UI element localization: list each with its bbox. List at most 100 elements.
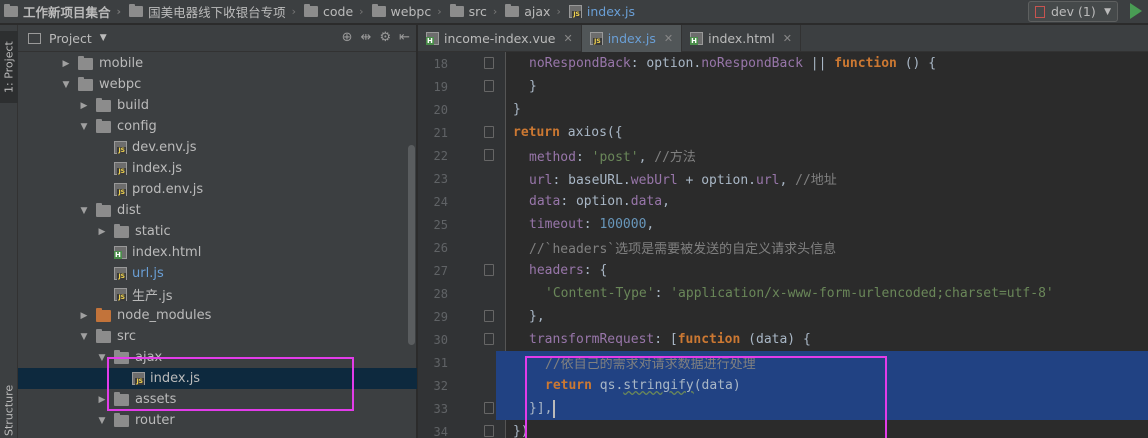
project-tree-scrollbar[interactable] xyxy=(408,145,415,345)
breadcrumb-item[interactable]: ajax › xyxy=(501,0,565,24)
code-editor: income-index.vue ✕ index.js ✕ index.html ✕ 18… xyxy=(418,25,1148,438)
code-line[interactable]: 18 noRespondBack: option.noRespondBack ||… xyxy=(418,52,1148,75)
chevron-right-icon[interactable]: ▶ xyxy=(96,227,108,237)
project-view-icon xyxy=(28,32,41,44)
line-number: 25 xyxy=(433,217,448,232)
fold-marker-icon[interactable] xyxy=(484,126,494,138)
code-line[interactable]: 27 headers: { xyxy=(418,259,1148,282)
code-token: : { xyxy=(583,263,608,278)
tree-item[interactable]: ▼ router xyxy=(18,410,417,431)
fold-marker-icon[interactable] xyxy=(484,57,494,69)
collapse-all-icon[interactable]: ⇹ xyxy=(361,30,372,45)
tree-item[interactable]: 生产.js xyxy=(18,284,417,305)
code-token: data xyxy=(529,194,561,209)
breadcrumb-label: code xyxy=(322,4,354,19)
breadcrumb-item[interactable]: 工作新项目集合 › xyxy=(0,0,125,24)
locate-file-icon[interactable]: ⊕ xyxy=(342,30,353,45)
fold-marker-icon[interactable] xyxy=(484,333,494,345)
project-tool-tab[interactable]: 1: Project xyxy=(0,31,18,103)
tree-item[interactable]: ▶ mobile xyxy=(18,53,417,74)
structure-tool-tab[interactable]: Structure xyxy=(0,381,18,438)
breadcrumb-item[interactable]: index.js xyxy=(565,0,639,24)
code-line[interactable]: 24 data: option.data, xyxy=(418,190,1148,213)
breadcrumb-separator-icon: › xyxy=(291,5,296,18)
code-line[interactable]: 23 url: baseURL.webUrl + option.url, //地址 xyxy=(418,167,1148,190)
tool-window-strip: 1: Project Structure xyxy=(0,25,18,438)
fold-marker-icon[interactable] xyxy=(484,149,494,161)
run-icon[interactable] xyxy=(1130,3,1142,19)
tree-item-label: index.js xyxy=(132,161,183,176)
breadcrumb-label: webpc xyxy=(390,4,432,19)
tree-item[interactable]: url.js xyxy=(18,263,417,284)
close-icon[interactable]: ✕ xyxy=(664,32,673,45)
chevron-down-icon[interactable]: ▼ xyxy=(100,33,107,43)
code-token: , xyxy=(638,150,655,165)
code-line[interactable]: 21 return axios({ xyxy=(418,121,1148,144)
fold-marker-icon[interactable] xyxy=(484,264,494,276)
project-view-title[interactable]: Project xyxy=(49,31,92,46)
code-line[interactable]: 22 method: 'post', //方法 xyxy=(418,144,1148,167)
folder-icon xyxy=(96,97,111,112)
folder-icon xyxy=(96,328,111,343)
fold-marker-icon[interactable] xyxy=(484,310,494,322)
chevron-down-icon[interactable]: ▼ xyxy=(78,122,90,132)
code-token: 'application/x-www-form-urlencoded;chars… xyxy=(670,286,1054,301)
code-line[interactable]: 25 timeout: 100000, xyxy=(418,213,1148,236)
chevron-down-icon[interactable]: ▼ xyxy=(60,80,72,90)
breadcrumb-item[interactable]: 国美电器线下收银台专项 › xyxy=(125,0,300,24)
fold-marker-icon[interactable] xyxy=(484,402,494,414)
folder-icon xyxy=(78,55,93,70)
editor-tab[interactable]: index.html ✕ xyxy=(682,25,801,52)
gear-icon[interactable]: ⚙ xyxy=(379,30,391,45)
code-line[interactable]: 20} xyxy=(418,98,1148,121)
line-number: 34 xyxy=(433,424,448,438)
line-number: 21 xyxy=(433,125,448,140)
chevron-right-icon[interactable]: ▶ xyxy=(60,59,72,69)
breadcrumb-item[interactable]: webpc › xyxy=(368,0,446,24)
tree-item[interactable]: ▼ webpc xyxy=(18,74,417,95)
code-token: webUrl xyxy=(630,173,678,188)
tree-item[interactable]: ▶ build xyxy=(18,95,417,116)
close-icon[interactable]: ✕ xyxy=(563,32,572,45)
run-config-label: dev (1) xyxy=(1051,4,1096,19)
tree-item-label: 生产.js xyxy=(132,289,173,304)
editor-tab[interactable]: income-index.vue ✕ xyxy=(418,25,582,52)
tree-item[interactable]: index.js xyxy=(18,158,417,179)
run-configuration-select[interactable]: dev (1) ▼ xyxy=(1028,1,1118,22)
code-line[interactable]: 30 transformRequest: [function (data) { xyxy=(418,328,1148,351)
code-line[interactable]: 28 'Content-Type': 'application/x-www-for… xyxy=(418,282,1148,305)
breadcrumb-item[interactable]: src › xyxy=(446,0,502,24)
chevron-down-icon[interactable]: ▼ xyxy=(96,416,108,426)
breadcrumb-label: ajax xyxy=(524,4,551,19)
code-line[interactable]: 29}, xyxy=(418,305,1148,328)
code-text: transformRequest: [function (data) { xyxy=(529,332,811,347)
editor-tab[interactable]: index.js ✕ xyxy=(581,25,683,52)
code-token: function xyxy=(677,332,741,347)
code-line[interactable]: 19} xyxy=(418,75,1148,98)
tree-item[interactable]: dev.env.js xyxy=(18,137,417,158)
folder-icon xyxy=(96,202,111,217)
folder-icon xyxy=(303,4,318,17)
chevron-right-icon[interactable]: ▶ xyxy=(78,311,90,321)
vue-file-icon xyxy=(426,32,439,45)
tree-item[interactable]: ▶ static xyxy=(18,221,417,242)
folder-icon xyxy=(449,4,464,17)
tree-item[interactable]: prod.env.js xyxy=(18,179,417,200)
close-icon[interactable]: ✕ xyxy=(783,32,792,45)
tree-item[interactable]: ▼ config xyxy=(18,116,417,137)
line-number: 30 xyxy=(433,332,448,347)
fold-marker-icon[interactable] xyxy=(484,80,494,92)
tree-item[interactable]: ▼ dist xyxy=(18,200,417,221)
code-line[interactable]: 26 //`headers`选项是需要被发送的自定义请求头信息 xyxy=(418,236,1148,259)
chevron-right-icon[interactable]: ▶ xyxy=(78,101,90,111)
code-token: return xyxy=(513,125,560,140)
tree-item[interactable]: ▶ node_modules xyxy=(18,305,417,326)
tree-item[interactable]: ▼ src xyxy=(18,326,417,347)
fold-marker-icon[interactable] xyxy=(484,425,494,437)
hide-panel-icon[interactable]: ⇤ xyxy=(399,30,410,45)
code-text: return axios({ xyxy=(513,125,623,140)
tree-item[interactable]: index.html xyxy=(18,242,417,263)
breadcrumb-item[interactable]: code › xyxy=(300,0,368,24)
chevron-down-icon[interactable]: ▼ xyxy=(78,332,90,342)
chevron-down-icon[interactable]: ▼ xyxy=(78,206,90,216)
